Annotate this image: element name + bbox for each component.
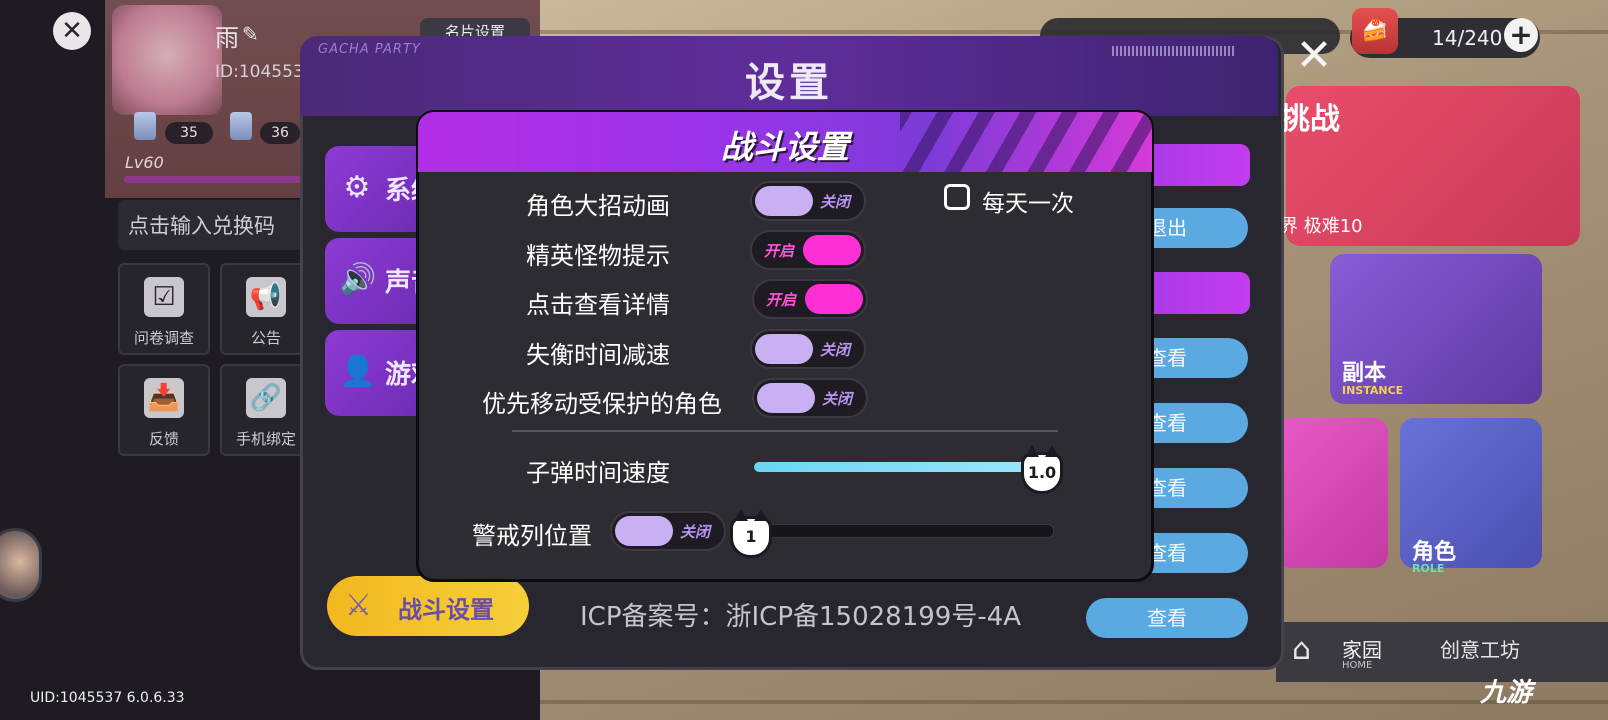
role-en-label: ROLE bbox=[1412, 562, 1445, 575]
challenge-title: 挑战 bbox=[1280, 102, 1340, 137]
announcement-tile[interactable]: 📢 公告 bbox=[220, 263, 312, 355]
watermark-logo: 九游 bbox=[1480, 678, 1533, 708]
background-stripe bbox=[540, 700, 1608, 704]
toggle-state: 关闭 bbox=[819, 341, 850, 359]
megaphone-icon: 📢 bbox=[246, 277, 286, 317]
once-per-day-checkbox[interactable] bbox=[944, 184, 970, 210]
experience-bar bbox=[124, 176, 304, 183]
alert-column-slider-track[interactable] bbox=[730, 524, 1054, 538]
handle-ear bbox=[1025, 445, 1039, 457]
stamina-count: 14/240 bbox=[1432, 26, 1503, 50]
toggle-knob bbox=[755, 334, 813, 364]
gacha-card[interactable] bbox=[1276, 418, 1388, 568]
home-en-label: HOME bbox=[1342, 660, 1373, 671]
edit-icon[interactable]: ✎ bbox=[242, 22, 259, 46]
link-icon: 🔗 bbox=[246, 378, 286, 418]
stagger-slowdown-label: 失衡时间减速 bbox=[526, 341, 670, 369]
handle-ear bbox=[1045, 445, 1059, 457]
tile-label: 反馈 bbox=[148, 430, 179, 448]
survey-tile[interactable]: ☑ 问卷调查 bbox=[118, 263, 210, 355]
medal-count: 36 bbox=[260, 122, 300, 144]
toggle-knob bbox=[615, 516, 673, 546]
divider bbox=[512, 430, 1058, 432]
elite-monster-hint-toggle[interactable]: 开启 bbox=[750, 230, 866, 270]
bullet-time-slider-fill bbox=[754, 462, 1045, 472]
instance-label: 副本 bbox=[1342, 361, 1387, 386]
home-icon[interactable]: ⌂ bbox=[1292, 632, 1311, 667]
phone-binding-tile[interactable]: 🔗 手机绑定 bbox=[220, 364, 312, 456]
player-avatar[interactable] bbox=[112, 5, 222, 115]
once-per-day-label: 每天一次 bbox=[982, 191, 1074, 217]
tile-label: 公告 bbox=[250, 329, 281, 347]
crossed-swords-icon: ⚔ bbox=[345, 588, 372, 623]
workshop-label[interactable]: 创意工坊 bbox=[1440, 634, 1520, 663]
battle-tab-label: 战斗设置 bbox=[398, 596, 494, 624]
toggle-state: 关闭 bbox=[679, 523, 710, 541]
view-button[interactable]: 查看 bbox=[1086, 598, 1248, 638]
medal-icon bbox=[134, 112, 156, 140]
gear-icon: ⚙ bbox=[343, 170, 371, 205]
instance-en-label: INSTANCE bbox=[1342, 384, 1404, 397]
player-level: Lv60 bbox=[125, 153, 164, 172]
toggle-knob bbox=[755, 186, 813, 216]
handle-ear bbox=[754, 509, 768, 521]
speaker-icon: 🔊 bbox=[339, 262, 377, 297]
toggle-state: 开启 bbox=[766, 291, 797, 309]
user-icon: 👤 bbox=[339, 354, 377, 389]
toggle-state: 关闭 bbox=[819, 193, 850, 211]
alert-column-value: 1 bbox=[745, 527, 757, 546]
alert-column-slider-handle[interactable]: 1 bbox=[730, 509, 772, 558]
redeem-code-placeholder: 点击输入兑换码 bbox=[128, 214, 275, 238]
medal-count: 35 bbox=[165, 122, 213, 144]
elite-monster-hint-label: 精英怪物提示 bbox=[526, 242, 670, 270]
toggle-knob bbox=[805, 284, 863, 314]
uid-version-label: UID:1045537 6.0.6.33 bbox=[30, 690, 185, 706]
side-avatar[interactable] bbox=[0, 528, 42, 602]
tile-label: 问卷调查 bbox=[133, 329, 194, 347]
tile-label: 手机绑定 bbox=[235, 430, 296, 448]
close-icon[interactable]: ✕ bbox=[53, 12, 91, 50]
handle-ear bbox=[734, 509, 748, 521]
challenge-subtitle: 界 极难10 bbox=[1280, 216, 1363, 237]
toggle-state: 开启 bbox=[764, 242, 795, 260]
bullet-time-speed-label: 子弹时间速度 bbox=[526, 459, 670, 487]
tap-view-details-toggle[interactable]: 开启 bbox=[752, 279, 868, 319]
tap-view-details-label: 点击查看详情 bbox=[526, 291, 670, 319]
inbox-icon: 📥 bbox=[144, 378, 184, 418]
toggle-knob bbox=[803, 235, 861, 265]
checklist-icon: ☑ bbox=[144, 277, 184, 317]
ultimate-animation-label: 角色大招动画 bbox=[526, 192, 670, 220]
move-protected-role-label: 优先移动受保护的角色 bbox=[482, 390, 722, 418]
dialog-title: 战斗设置 bbox=[720, 128, 849, 166]
alert-column-toggle[interactable]: 关闭 bbox=[610, 511, 726, 551]
settings-title: 设置 bbox=[745, 60, 833, 106]
stagger-slowdown-toggle[interactable]: 关闭 bbox=[750, 329, 866, 369]
icp-license-text: ICP备案号：浙ICP备15028199号-4A bbox=[580, 602, 1022, 632]
toggle-knob bbox=[757, 383, 815, 413]
move-protected-role-toggle[interactable]: 关闭 bbox=[752, 378, 868, 418]
cake-icon: 🍰 bbox=[1352, 8, 1398, 54]
add-stamina-button[interactable]: + bbox=[1504, 18, 1538, 52]
bullet-time-value: 1.0 bbox=[1027, 463, 1057, 482]
ultimate-animation-toggle[interactable]: 关闭 bbox=[750, 181, 866, 221]
toggle-state: 关闭 bbox=[821, 390, 852, 408]
alert-column-position-label: 警戒列位置 bbox=[472, 522, 592, 550]
feedback-tile[interactable]: 📥 反馈 bbox=[118, 364, 210, 456]
player-name: 雨 bbox=[215, 24, 239, 52]
close-settings-button[interactable]: ✕ bbox=[1292, 34, 1336, 78]
home-label[interactable]: 家园 bbox=[1342, 634, 1382, 663]
bullet-time-slider-handle[interactable]: 1.0 bbox=[1021, 445, 1063, 494]
medal-icon bbox=[230, 112, 252, 140]
